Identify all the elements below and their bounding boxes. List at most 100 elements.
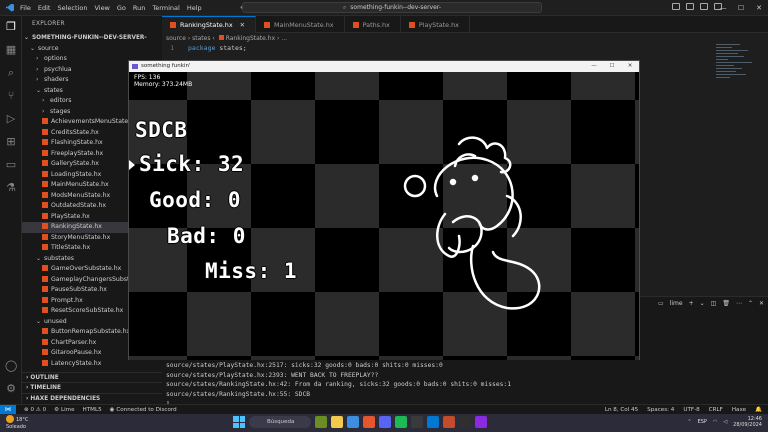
haxe-file-icon [42,338,48,345]
game-maximize-button[interactable]: ☐ [603,61,621,72]
firefox-icon[interactable] [363,416,375,428]
settings-gear-icon[interactable]: ⚙ [5,383,17,395]
terminal-output[interactable]: source/states/PlayState.hx:2517: sicks:3… [166,361,511,409]
keyboard-language[interactable]: ESP [698,419,707,425]
outline-section[interactable]: › OUTLINE [22,372,162,382]
menu-item-help[interactable]: Help [187,4,202,12]
chevron-down-icon[interactable]: ⌄ [700,300,705,307]
game-minimize-button[interactable]: — [585,61,603,72]
weather-widget[interactable]: 18°C Soleado [6,415,28,431]
close-panel-icon[interactable]: ✕ [759,300,764,307]
cursor-position[interactable]: Ln 8, Col 45 [605,407,638,413]
ranking-screen[interactable]: FPS: 136 Memory: 373.24MB SDCB Sick: 32 … [129,72,639,360]
terminal-name[interactable]: lime [670,300,683,307]
file-item[interactable]: LatencyState.hx [22,359,162,370]
vscode-taskbar-icon[interactable] [427,416,439,428]
editor-tab[interactable]: PlayState.hx [401,16,470,33]
menu-item-file[interactable]: File [20,4,31,12]
window-controls: — ☐ ✕ [714,0,768,16]
discord-status[interactable]: ◉ Connected to Discord [110,407,177,413]
more-actions-icon[interactable]: ⋯ [736,300,742,307]
explorer-icon[interactable]: ❐ [5,21,17,33]
search-icon[interactable]: ⌕ [5,67,17,79]
breadcrumb-symbol[interactable]: ... [281,35,287,42]
menu-item-view[interactable]: View [94,4,109,12]
terminal-taskbar-icon[interactable] [459,416,471,428]
edge-icon[interactable] [347,416,359,428]
editor-tab[interactable]: MainMenuState.hx [256,16,345,33]
close-button[interactable]: ✕ [750,0,768,16]
encoding[interactable]: UTF-8 [683,407,699,413]
extensions-icon[interactable]: ⊞ [5,136,17,148]
folder-item[interactable]: ⌄ source [22,44,162,55]
breadcrumb-file[interactable]: RankingState.hx [226,35,275,42]
run-debug-icon[interactable]: ▷ [5,113,17,125]
menu-item-go[interactable]: Go [117,4,126,12]
notifications-bell-icon[interactable]: 🔔 [755,407,762,413]
discord-icon[interactable] [379,416,391,428]
game-close-button[interactable]: ✕ [621,61,639,72]
menu-item-selection[interactable]: Selection [57,4,87,12]
trash-icon[interactable]: 🗑 [722,300,730,307]
editor-tab[interactable]: Paths.hx [345,16,401,33]
breadcrumb: source › states › RankingState.hx › ... [166,35,288,42]
toggle-sidebar-icon[interactable] [672,3,680,10]
haxe-file-icon [42,170,48,177]
language-mode[interactable]: Haxe [732,407,746,413]
new-terminal-icon[interactable]: + [689,300,694,307]
game-window[interactable]: something funkin' — ☐ ✕ FPS: 136 Memory:… [128,60,640,360]
menu-item-terminal[interactable]: Terminal [152,4,179,12]
github-icon[interactable] [411,416,423,428]
wifi-icon[interactable]: ◠ [713,419,717,425]
timeline-section[interactable]: › TIMELINE [22,382,162,392]
remote-explorer-icon[interactable]: ▭ [5,159,17,171]
weather-temp: 18°C [16,417,29,423]
editor-tab[interactable]: RankingState.hx ✕ [162,16,256,33]
tree-item-label: LoadingState.hx [51,170,102,178]
haxe-file-icon [42,223,48,229]
testing-icon[interactable]: ⚗ [5,182,17,194]
source-control-icon[interactable]: ⑂ [5,90,17,102]
minimap[interactable] [716,44,756,104]
minimize-button[interactable]: — [714,0,732,16]
toggle-secondary-sidebar-icon[interactable] [700,3,708,10]
remote-indicator-icon[interactable]: ⋈ [0,404,16,415]
tab-label: PlayState.hx [418,20,459,29]
taskbar-search[interactable]: Búsqueda [249,416,311,428]
start-button[interactable] [233,416,245,428]
maximize-button[interactable]: ☐ [732,0,750,16]
tree-item-label: StoryMenuState.hx [51,233,111,241]
lime-target[interactable]: ⚙ Lime [54,407,74,413]
split-terminal-icon[interactable]: ◫ [711,300,717,307]
command-center-search[interactable]: ⌕ something-funkin--dev-server- [242,2,542,13]
app-icon[interactable] [443,416,455,428]
extensions-grid-icon[interactable]: ▦ [5,44,17,56]
haxe-file-icon [42,359,48,366]
line-ending[interactable]: CRLF [709,407,723,413]
build-target[interactable]: HTML5 [83,407,102,413]
problems-indicator[interactable]: ⊗ 0 ⚠ 0 [24,407,46,413]
menu-item-run[interactable]: Run [133,4,145,12]
haxe-dependencies-section[interactable]: › HAXE DEPENDENCIES [22,393,162,403]
tree-item-label: substates [44,254,74,262]
game-taskbar-icon[interactable] [475,416,487,428]
menu-item-edit[interactable]: Edit [38,4,51,12]
account-icon[interactable]: ◯ [5,360,17,372]
tree-item-label: GalleryState.hx [51,160,99,167]
indentation[interactable]: Spaces: 4 [647,407,674,413]
haxe-file-icon [42,128,48,135]
breadcrumb-states[interactable]: states [192,35,210,42]
maximize-panel-icon[interactable]: ⌃ [748,300,753,307]
chevron-right-icon: › [36,55,39,62]
close-tab-icon[interactable]: ✕ [240,21,245,29]
tray-chevron-icon[interactable]: ⌃ [687,419,691,425]
toggle-panel-icon[interactable] [686,3,694,10]
task-view-icon[interactable] [315,416,327,428]
haxe-file-icon [42,202,48,208]
breadcrumb-source[interactable]: source [166,35,186,42]
spotify-icon[interactable] [395,416,407,428]
volume-icon[interactable]: ◁ [723,419,727,425]
clock[interactable]: 12:46 28/09/2024 [733,416,762,428]
workspace-root[interactable]: ⌄ SOMETHING-FUNKIN--DEV-SERVER- [22,33,162,44]
file-explorer-icon[interactable] [331,416,343,428]
